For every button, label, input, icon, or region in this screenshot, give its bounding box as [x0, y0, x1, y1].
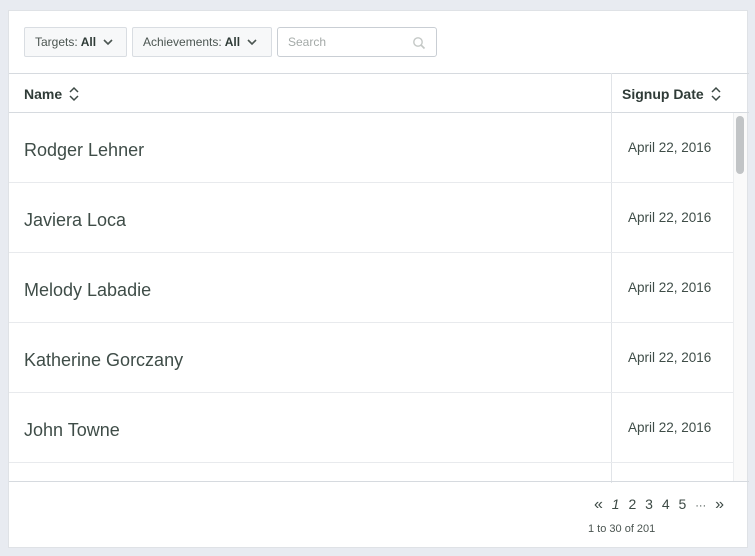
sort-icon — [711, 86, 721, 101]
column-header-signup-date[interactable]: Signup Date — [622, 74, 722, 113]
sort-icon — [69, 86, 79, 101]
table-body: Rodger Lehner April 22, 2016 Javiera Loc… — [9, 113, 749, 481]
page-button-3[interactable]: 3 — [645, 496, 653, 512]
row-name: Melody Labadie — [24, 280, 152, 300]
page-button-5[interactable]: 5 — [679, 496, 687, 512]
row-signup-date: April 22, 2016 — [628, 140, 712, 155]
page-button-1[interactable]: 1 — [612, 496, 620, 512]
table-row[interactable]: Javiera Loca April 22, 2016 — [9, 183, 733, 253]
table-row[interactable]: Katherine Gorczany April 22, 2016 — [9, 323, 733, 393]
search-box — [277, 27, 437, 57]
page-button-2[interactable]: 2 — [628, 496, 636, 512]
first-page-button[interactable]: « — [594, 496, 603, 514]
table-row[interactable]: Rodger Lehner April 22, 2016 — [9, 113, 733, 183]
column-header-name[interactable]: Name — [24, 74, 80, 113]
page-button-4[interactable]: 4 — [662, 496, 670, 512]
row-name: John Towne — [24, 420, 120, 440]
table-panel: Targets: All Achievements: All Name — [8, 10, 749, 549]
last-page-button[interactable]: » — [715, 496, 724, 514]
filter-toolbar: Targets: All Achievements: All — [9, 11, 749, 73]
column-header-label: Name — [24, 85, 63, 102]
row-name: Rodger Lehner — [24, 140, 145, 160]
achievements-filter-value: All — [224, 35, 241, 49]
search-input[interactable] — [288, 34, 406, 50]
row-signup-date: April 22, 2016 — [628, 350, 712, 365]
chevron-down-icon — [103, 39, 113, 46]
more-pages-ellipsis[interactable]: ··· — [695, 500, 706, 512]
table-header: Name Signup Date — [9, 73, 749, 113]
row-name: Katherine Gorczany — [24, 350, 184, 370]
targets-filter-value: All — [80, 35, 97, 49]
scrollbar-thumb[interactable] — [736, 116, 744, 174]
achievements-filter-label: Achievements: — [143, 35, 222, 49]
achievements-filter-dropdown[interactable]: Achievements: All — [132, 27, 272, 57]
row-signup-date: April 22, 2016 — [628, 280, 712, 295]
table-row[interactable]: Melody Labadie April 22, 2016 — [9, 253, 733, 323]
pagination: « 1 2 3 4 5 ··· » — [594, 496, 729, 514]
search-icon[interactable] — [412, 36, 426, 50]
row-signup-date: April 22, 2016 — [628, 420, 712, 435]
targets-filter-dropdown[interactable]: Targets: All — [24, 27, 127, 57]
pagination-range-text: 1 to 30 of 201 — [588, 523, 656, 535]
row-signup-date: April 22, 2016 — [628, 210, 712, 225]
table-row[interactable] — [9, 463, 733, 481]
row-name: Javiera Loca — [24, 210, 127, 230]
table-row[interactable]: John Towne April 22, 2016 — [9, 393, 733, 463]
targets-filter-label: Targets: — [35, 35, 78, 49]
table-footer: « 1 2 3 4 5 ··· » 1 to 30 of 201 — [9, 481, 749, 549]
chevron-down-icon — [247, 39, 257, 46]
column-header-label: Signup Date — [622, 85, 704, 102]
